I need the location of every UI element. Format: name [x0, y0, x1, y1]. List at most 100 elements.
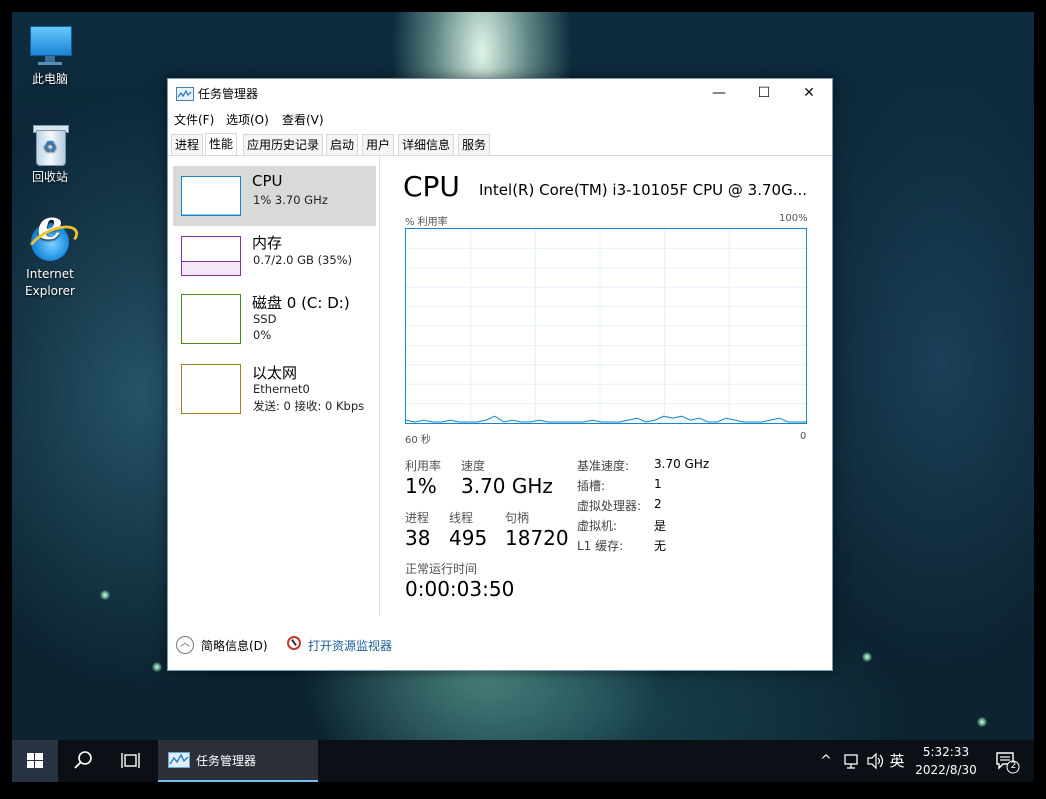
spec-value: 3.70 GHz: [654, 457, 710, 471]
spec-label: 虚拟处理器:: [577, 499, 642, 513]
taskbar: 任务管理器 ^ 英 5:32:33 2022/8/30 2: [12, 740, 1034, 782]
wallpaper-glow: [100, 590, 110, 600]
minimize-button[interactable]: —: [696, 79, 742, 107]
disk-thumbnail-graph: [181, 294, 241, 344]
spec-label: L1 缓存:: [577, 539, 624, 553]
processes-value: 38: [405, 526, 431, 550]
close-button[interactable]: ✕: [786, 79, 832, 107]
show-hidden-icons-chevron-icon[interactable]: ^: [816, 740, 836, 782]
resource-detail: 0.7/2.0 GB (35%): [253, 253, 353, 267]
network-icon[interactable]: [840, 740, 862, 782]
clock[interactable]: 5:32:33 2022/8/30: [910, 743, 982, 779]
cpu-utilization-graph: [405, 228, 807, 424]
graph-y-max: 100%: [779, 213, 808, 224]
memory-thumbnail-graph: [181, 236, 241, 276]
wallpaper-glow: [862, 652, 872, 662]
resource-item-ethernet[interactable]: 以太网 Ethernet0 发送: 0 接收: 0 Kbps: [173, 356, 376, 416]
resource-detail: SSD: [253, 312, 277, 326]
tab-processes[interactable]: 进程: [171, 134, 204, 155]
task-manager-icon: [176, 87, 194, 101]
spec-value: 是: [654, 519, 667, 533]
spec-label: 基准速度:: [577, 459, 630, 473]
resource-list: CPU 1% 3.70 GHz 内存 0.7/2.0 GB (35%) 磁盘 0…: [168, 156, 380, 616]
resource-detail: 发送: 0 接收: 0 Kbps: [253, 399, 365, 413]
speed-value: 3.70 GHz: [461, 474, 553, 498]
search-button[interactable]: [60, 740, 106, 782]
internet-explorer-icon: e: [23, 206, 83, 266]
collapse-chevron-icon[interactable]: ︿: [176, 636, 194, 654]
cpu-thumbnail-graph: [181, 176, 241, 216]
spec-label: 插槽:: [577, 479, 606, 493]
uptime-value: 0:00:03:50: [405, 577, 515, 601]
tab-details[interactable]: 详细信息: [398, 134, 455, 155]
notification-icon: [996, 752, 1020, 774]
utilization-label: 利用率: [405, 459, 442, 473]
task-view-button[interactable]: [108, 740, 154, 782]
cpu-graph-svg: [405, 229, 806, 423]
spec-value: 1: [654, 477, 662, 491]
clock-time: 5:32:33: [922, 745, 970, 759]
windows-logo-icon: [27, 753, 43, 768]
title-bar[interactable]: 任务管理器 — ☐ ✕: [168, 79, 832, 107]
desktop-icon-label: 此电脑: [31, 72, 68, 86]
wallpaper-glow: [977, 717, 987, 727]
desktop-icon-recycle-bin[interactable]: ♻ 回收站: [12, 122, 88, 186]
input-method-indicator[interactable]: 英: [886, 740, 908, 782]
threads-label: 线程: [449, 511, 474, 525]
resource-detail: 0%: [253, 328, 272, 342]
task-view-icon: [121, 753, 140, 768]
processes-label: 进程: [405, 511, 430, 525]
spec-value: 无: [654, 539, 667, 553]
resource-item-cpu[interactable]: CPU 1% 3.70 GHz: [173, 166, 376, 226]
tab-users[interactable]: 用户: [362, 134, 395, 155]
taskbar-app-task-manager[interactable]: 任务管理器: [158, 740, 318, 782]
resource-item-memory[interactable]: 内存 0.7/2.0 GB (35%): [173, 226, 376, 286]
tab-bar: 进程 性能 应用历史记录 启动 用户 详细信息 服务: [168, 131, 832, 156]
menu-options[interactable]: 选项(O): [226, 111, 269, 128]
resource-monitor-icon: [287, 636, 301, 650]
desktop-icon-label: 回收站: [31, 170, 68, 184]
wallpaper-glow: [152, 662, 162, 672]
menu-bar: 文件(F) 选项(O) 查看(V): [168, 108, 832, 130]
cpu-model: Intel(R) Core(TM) i3-10105F CPU @ 3.70G.…: [479, 181, 807, 199]
resource-name: CPU: [252, 172, 283, 190]
recycle-bin-icon: ♻: [28, 122, 72, 166]
utilization-value: 1%: [405, 474, 437, 498]
task-manager-icon: [168, 752, 190, 768]
tab-startup[interactable]: 启动: [326, 134, 359, 155]
menu-file[interactable]: 文件(F): [174, 111, 214, 128]
graph-x-left: 60 秒: [405, 435, 431, 446]
spec-value: 2: [654, 497, 662, 511]
notification-center-button[interactable]: 2: [990, 740, 1024, 782]
computer-icon: [28, 24, 72, 68]
resource-item-disk[interactable]: 磁盘 0 (C: D:) SSD 0%: [173, 286, 376, 346]
open-resource-monitor-link[interactable]: 打开资源监视器: [308, 637, 392, 654]
resource-detail: Ethernet0: [253, 382, 310, 396]
start-button[interactable]: [12, 740, 58, 782]
spec-label: 虚拟机:: [577, 519, 618, 533]
graph-x-right: 0: [800, 431, 807, 442]
resource-name: 内存: [252, 234, 283, 252]
task-manager-window: 任务管理器 — ☐ ✕ 文件(F) 选项(O) 查看(V) 进程 性能 应用历史…: [167, 78, 833, 671]
tab-services[interactable]: 服务: [458, 134, 491, 155]
uptime-label: 正常运行时间: [405, 562, 478, 576]
tab-performance[interactable]: 性能: [205, 133, 238, 155]
desktop-icon-internet-explorer[interactable]: e Internet Explorer: [12, 206, 88, 300]
maximize-button[interactable]: ☐: [741, 79, 787, 107]
graph-y-label: % 利用率: [405, 217, 448, 228]
fewer-details-link[interactable]: 简略信息(D): [201, 637, 268, 654]
cpu-heading: CPU: [403, 170, 460, 203]
desktop-icon-label: Explorer: [25, 284, 75, 298]
handles-value: 18720: [505, 526, 569, 550]
window-title: 任务管理器: [198, 87, 259, 101]
handles-label: 句柄: [505, 511, 530, 525]
resource-detail: 1% 3.70 GHz: [253, 193, 328, 207]
desktop-icon-label: Internet: [26, 267, 74, 281]
volume-icon[interactable]: [864, 740, 886, 782]
threads-value: 495: [449, 526, 488, 550]
resource-name: 磁盘 0 (C: D:): [252, 294, 350, 312]
taskbar-app-label: 任务管理器: [196, 754, 257, 768]
tab-app-history[interactable]: 应用历史记录: [243, 134, 324, 155]
desktop-icon-this-pc[interactable]: 此电脑: [12, 24, 88, 88]
menu-view[interactable]: 查看(V): [282, 111, 324, 128]
